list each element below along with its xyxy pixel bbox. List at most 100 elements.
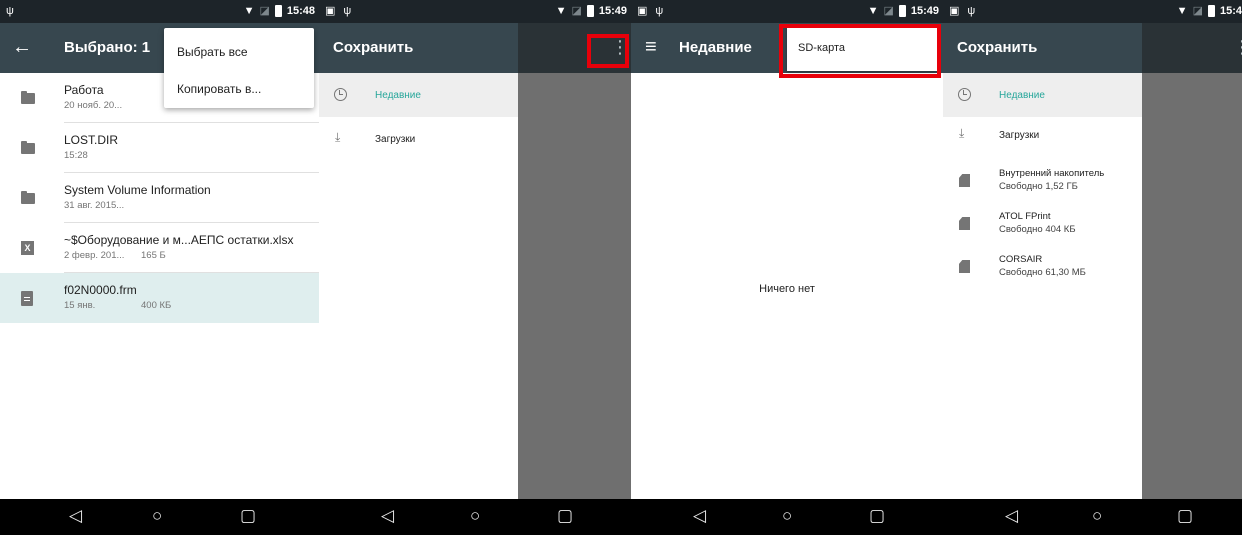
- storage-name: CORSAIR: [999, 254, 1043, 265]
- nav-home-icon[interactable]: ○: [1092, 505, 1102, 527]
- app-bar: Сохранить ⋮: [319, 23, 631, 73]
- list-item[interactable]: X ~$Оборудование и м...АЕПС остатки.xlsx…: [0, 223, 319, 273]
- excel-file-icon: X: [21, 241, 34, 255]
- app-bar: Сохранить ⋮: [943, 23, 1242, 73]
- navigation-bar: ◁ ○ ▢: [631, 499, 943, 535]
- screenshot-icon: ▣: [325, 5, 336, 17]
- nav-back-icon[interactable]: ◁: [381, 505, 394, 527]
- navigation-drawer: Недавние ⤓ Загрузки Внутренний накопител…: [943, 73, 1142, 499]
- copy-to-menu-item[interactable]: Копировать в...: [177, 82, 261, 96]
- no-sim-icon: ◪: [259, 5, 270, 17]
- storage-free: Свободно 404 КБ: [999, 224, 1076, 235]
- battery-icon: [274, 5, 282, 17]
- hamburger-menu-icon[interactable]: ≡: [645, 36, 657, 58]
- folder-icon: [21, 91, 35, 104]
- status-time: 15:49: [598, 5, 627, 17]
- screenshot-icon: ▣: [637, 5, 648, 17]
- nav-recent-apps-icon[interactable]: ▢: [557, 505, 573, 527]
- navigation-bar: ◁ ○ ▢: [0, 499, 319, 535]
- nav-recent-apps-icon[interactable]: ▢: [869, 505, 885, 527]
- drawer-item-downloads[interactable]: ⤓ Загрузки: [943, 113, 1142, 157]
- drawer-item-label: Загрузки: [999, 130, 1040, 141]
- nav-home-icon[interactable]: ○: [782, 505, 792, 527]
- usb-icon: ψ: [6, 5, 14, 17]
- nav-back-icon[interactable]: ◁: [69, 505, 82, 527]
- overflow-popup-menu: Выбрать все Копировать в...: [164, 28, 314, 108]
- nav-back-icon[interactable]: ◁: [693, 505, 706, 527]
- list-item[interactable]: System Volume Information 31 авг. 2015..…: [0, 173, 319, 223]
- file-date: 31 авг. 2015...: [64, 200, 125, 211]
- drawer-item-label: Недавние: [999, 90, 1045, 101]
- select-all-menu-item[interactable]: Выбрать все: [177, 45, 248, 59]
- file-list: Работа 20 нояб. 20... LOST.DIR 15:28 Sys…: [0, 73, 319, 499]
- storage-free: Свободно 61,30 МБ: [999, 267, 1086, 278]
- file-manager-panel: ψ ▼ ◪ 15:48 ← Выбрано: 1 Работа 20 нояб.…: [0, 0, 319, 535]
- sd-card-icon: [959, 174, 970, 187]
- nav-recent-apps-icon[interactable]: ▢: [1177, 505, 1193, 527]
- usb-icon: ψ: [967, 5, 976, 17]
- nav-recent-apps-icon[interactable]: ▢: [240, 505, 256, 527]
- no-sim-icon: ◪: [571, 5, 582, 17]
- navigation-drawer: Недавние ⤓ Загрузки: [319, 73, 518, 499]
- drawer-item-downloads[interactable]: ⤓ Загрузки: [319, 117, 518, 161]
- drawer-item-recent[interactable]: Недавние: [943, 73, 1142, 117]
- recent-title: Недавние: [679, 39, 752, 56]
- empty-state-text: Ничего нет: [759, 283, 815, 295]
- highlight-box: [779, 24, 941, 78]
- wifi-icon: ▼: [243, 5, 255, 17]
- drawer-item-internal-storage[interactable]: Внутренний накопитель Свободно 1,52 ГБ: [943, 159, 1142, 203]
- folder-icon: [21, 191, 35, 204]
- overflow-menu-icon[interactable]: ⋮: [1233, 36, 1242, 58]
- nav-home-icon[interactable]: ○: [470, 505, 480, 527]
- status-time: 15:48: [286, 5, 315, 17]
- clock-icon: [958, 88, 971, 101]
- file-name: LOST.DIR: [64, 133, 119, 147]
- sd-card-icon: [959, 217, 970, 230]
- status-bar: ψ ▼ ◪ 15:48: [0, 0, 319, 23]
- save-drawer-panel: ▣ ψ ▼ ◪ 15:49 Сохранить ⋮ Недавние ⤓ Заг…: [319, 0, 631, 535]
- status-time: 15:4: [1219, 5, 1242, 17]
- file-date: 15 янв.: [64, 300, 96, 311]
- usb-icon: ψ: [655, 5, 664, 17]
- download-icon: ⤓: [335, 130, 341, 144]
- storage-free: Свободно 1,52 ГБ: [999, 181, 1078, 192]
- scrim[interactable]: [1142, 73, 1242, 499]
- navigation-bar: ◁ ○ ▢: [943, 499, 1242, 535]
- wifi-icon: ▼: [1176, 5, 1188, 17]
- status-bar: ▣ ψ ▼ ◪ 15:49: [319, 0, 631, 23]
- list-item-selected[interactable]: f02N0000.frm 15 янв. 400 КБ: [0, 273, 319, 323]
- sd-card-icon: [959, 260, 970, 273]
- wifi-icon: ▼: [867, 5, 879, 17]
- screenshot-icon: ▣: [949, 5, 960, 17]
- save-title: Сохранить: [957, 39, 1038, 56]
- save-storage-panel: ▣ ψ ▼ ◪ 15:4 Сохранить ⋮ Недавние ⤓ Загр…: [943, 0, 1242, 535]
- drawer-item-atol-fprint[interactable]: ATOL FPrint Свободно 404 КБ: [943, 202, 1142, 246]
- file-date: 15:28: [64, 150, 88, 161]
- file-name: f02N0000.frm: [64, 283, 137, 297]
- save-title: Сохранить: [333, 39, 414, 56]
- battery-icon: [898, 5, 906, 17]
- file-name: System Volume Information: [64, 183, 211, 197]
- file-name: Работа: [64, 83, 104, 97]
- file-size: 165 Б: [141, 250, 166, 261]
- folder-icon: [21, 141, 35, 154]
- nav-back-icon[interactable]: ◁: [1005, 505, 1018, 527]
- no-sim-icon: ◪: [883, 5, 894, 17]
- storage-name: ATOL FPrint: [999, 211, 1051, 222]
- file-date: 20 нояб. 20...: [64, 100, 123, 111]
- wifi-icon: ▼: [555, 5, 567, 17]
- drawer-item-corsair[interactable]: CORSAIR Свободно 61,30 МБ: [943, 245, 1142, 289]
- scrim: [1142, 23, 1242, 73]
- list-item[interactable]: LOST.DIR 15:28: [0, 123, 319, 173]
- storage-name: Внутренний накопитель: [999, 168, 1105, 179]
- document-icon: [21, 291, 33, 306]
- scrim[interactable]: [518, 73, 631, 499]
- nav-home-icon[interactable]: ○: [152, 505, 162, 527]
- file-date: 2 февр. 201...: [64, 250, 125, 261]
- drawer-item-recent[interactable]: Недавние: [319, 73, 518, 117]
- selection-count-title: Выбрано: 1: [64, 39, 151, 56]
- drawer-item-label: Недавние: [375, 90, 421, 101]
- status-time: 15:49: [910, 5, 939, 17]
- clock-icon: [334, 88, 347, 101]
- back-arrow-icon[interactable]: ←: [12, 35, 32, 59]
